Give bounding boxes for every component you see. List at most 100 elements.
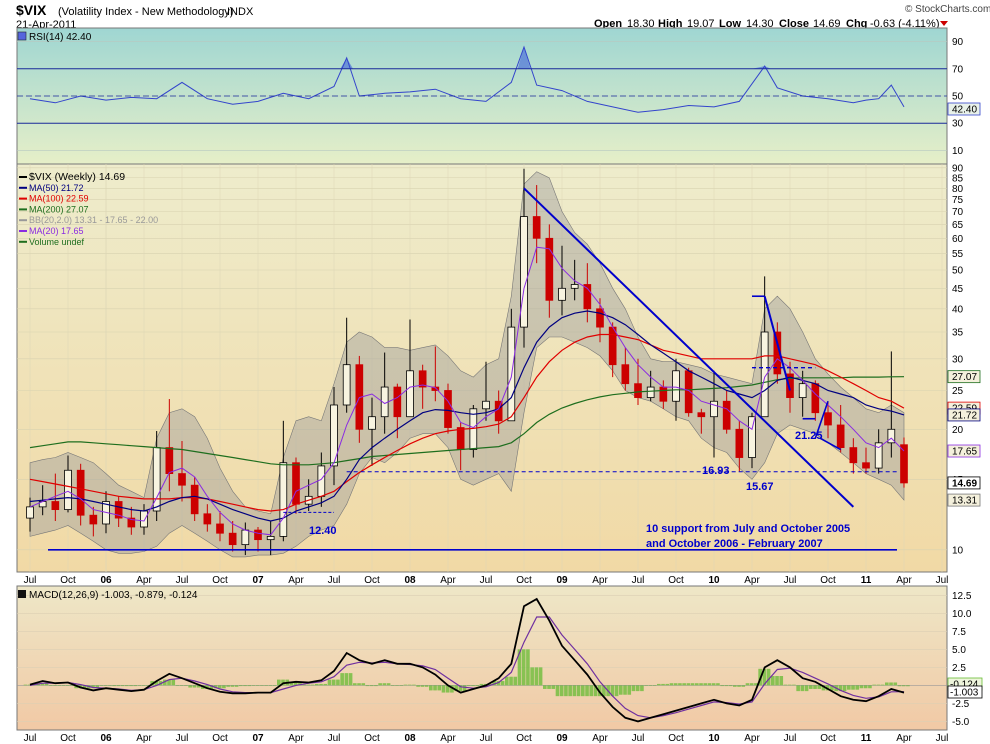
x-tick-label: Jul <box>328 733 341 744</box>
macd-histogram-bar <box>695 683 699 686</box>
down-arrow-icon <box>940 21 948 26</box>
macd-tick-label: 12.5 <box>952 591 972 602</box>
macd-histogram-bar <box>395 685 399 686</box>
x-tick-label: Apr <box>288 733 304 744</box>
price-tick-label: 60 <box>952 234 964 245</box>
macd-histogram-bar <box>247 685 252 687</box>
price-tick-label: 30 <box>952 354 964 365</box>
macd-histogram-bar <box>467 685 471 687</box>
vix-chart: $VIX (Volatility Index - New Methodology… <box>16 2 990 744</box>
x-tick-label: Oct <box>212 733 228 744</box>
macd-legend-text: MACD(12,26,9) -1.003, -0.879, -0.124 <box>29 590 198 601</box>
macd-histogram-bar <box>585 685 589 697</box>
candle-body <box>76 469 85 516</box>
macd-histogram-bar <box>859 685 864 689</box>
macd-histogram-bar <box>336 679 340 686</box>
macd-histogram-bar <box>644 685 648 686</box>
macd-histogram-bar <box>23 684 28 686</box>
candle-body <box>558 287 566 301</box>
macd-histogram-bar <box>543 685 547 689</box>
macd-histogram-bar <box>817 685 822 689</box>
candle-body <box>811 383 820 414</box>
macd-histogram-bar <box>315 683 319 686</box>
macd-histogram-bar <box>889 682 893 686</box>
macd-histogram-bar <box>872 684 876 686</box>
macd-histogram-bar <box>690 683 695 686</box>
macd-histogram-bar <box>792 684 796 686</box>
price-legend-item: BB(20,2.0) 13.31 - 17.65 - 22.00 <box>29 215 158 225</box>
candle-body <box>482 400 490 410</box>
macd-histogram-bar <box>876 684 881 686</box>
rsi-legend: RSI(14) 42.40 <box>17 31 92 43</box>
x-tick-label: Apr <box>136 733 152 744</box>
x-tick-label: 08 <box>404 575 416 586</box>
x-tick-label: Oct <box>364 575 380 586</box>
macd-histogram-bar <box>771 676 775 686</box>
x-tick-label: Oct <box>212 575 228 586</box>
candle-body <box>368 416 376 430</box>
macd-histogram-bar <box>222 685 226 689</box>
macd-histogram-bar <box>378 683 382 686</box>
macd-histogram-bar <box>787 684 792 686</box>
candle-body <box>165 447 174 474</box>
macd-histogram-bar <box>627 685 632 695</box>
candle-body <box>317 465 326 497</box>
rsi-tick-label: 10 <box>952 146 964 157</box>
chart-header: $VIX (Volatility Index - New Methodology… <box>16 2 990 31</box>
macd-legend-swatch <box>18 590 26 598</box>
macd-histogram-bar <box>547 685 551 689</box>
macd-histogram-bar <box>682 683 686 686</box>
macd-histogram-bar <box>678 683 682 686</box>
macd-histogram-bar <box>369 685 374 687</box>
macd-histogram-bar <box>310 684 315 686</box>
candle-body <box>203 513 212 525</box>
macd-tick-label: 7.5 <box>952 627 966 638</box>
macd-histogram-bar <box>893 682 898 686</box>
macd-histogram-bar <box>348 673 353 686</box>
macd-histogram-bar <box>648 685 653 686</box>
x-tick-label: Jul <box>24 575 37 586</box>
macd-histogram-bar <box>331 679 336 686</box>
x-tick-label: Jul <box>328 575 341 586</box>
macd-histogram-bar <box>386 683 391 686</box>
macd-histogram-bar <box>116 685 121 687</box>
price-tag-text-close: 14.69 <box>952 478 977 489</box>
macd-value-tags: -0.124-1.003 <box>947 677 983 699</box>
candle-body <box>634 383 642 398</box>
price-legend-item: MA(50) 21.72 <box>29 183 84 193</box>
macd-histogram-bar <box>327 679 332 686</box>
macd-histogram-bar <box>842 685 847 692</box>
rsi-current-value: 42.40 <box>952 105 977 116</box>
macd-histogram-bar <box>728 685 733 687</box>
macd-tick-label: -2.5 <box>952 699 970 710</box>
macd-histogram-bar <box>716 683 720 686</box>
candle-body <box>798 383 807 398</box>
macd-histogram-bar <box>365 685 370 687</box>
candle-body <box>849 447 858 464</box>
exchange: INDX <box>227 6 254 18</box>
macd-histogram-bar <box>855 685 860 690</box>
candle-body <box>342 364 351 406</box>
macd-histogram-bar <box>441 685 446 693</box>
x-tick-label: Apr <box>896 575 912 586</box>
macd-histogram-bar <box>509 676 513 686</box>
macd-histogram-bar <box>796 685 800 692</box>
macd-histogram-bar <box>686 683 691 686</box>
candle-body <box>697 412 706 418</box>
macd-histogram-bar <box>416 685 420 687</box>
macd-histogram-bar <box>61 685 66 686</box>
macd-histogram-bar <box>652 685 657 686</box>
candle-body <box>228 532 237 546</box>
macd-histogram-bar <box>733 685 737 687</box>
candle-body <box>621 364 630 385</box>
macd-histogram-bar <box>340 673 344 686</box>
macd-histogram-bar <box>260 685 264 686</box>
x-tick-label: Oct <box>516 733 532 744</box>
macd-histogram-bar <box>103 685 108 686</box>
macd-histogram-bar <box>564 685 568 697</box>
macd-histogram-bar <box>804 685 809 692</box>
macd-histogram-bar <box>530 667 534 686</box>
macd-histogram-bar <box>171 679 176 686</box>
macd-histogram-bar <box>192 685 197 688</box>
macd-histogram-bar <box>255 685 260 686</box>
